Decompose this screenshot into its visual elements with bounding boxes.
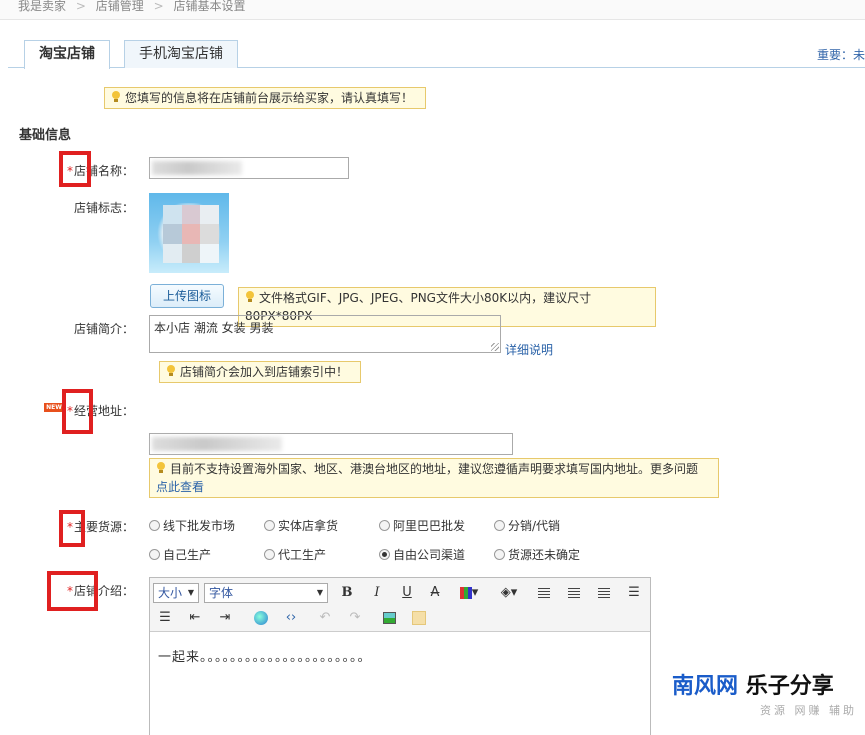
radio-distribution[interactable]: 分销/代销 [494,517,560,534]
top-notice: 您填写的信息将在店铺前台展示给买家，请认真填写！ [104,87,426,109]
source-code-icon[interactable]: ‹› [282,609,300,627]
view-more-link[interactable]: 点此查看 [156,480,204,494]
radio-label: 实体店拿货 [278,519,339,533]
radio-oem[interactable]: 代工生产 [264,546,326,563]
shop-intro-label: 店铺简介： [73,322,134,336]
chevron-down-icon: ▼ [316,588,323,597]
radio-undecided[interactable]: 货源还未确定 [494,546,580,563]
breadcrumb-separator: > [153,0,164,13]
lightbulb-icon [156,462,166,474]
radio-self-produced[interactable]: 自己生产 [149,546,211,563]
radio-label: 自己生产 [163,548,212,562]
address-notice: 目前不支持设置海外国家、地区、港澳台地区的地址，建议您遵循声明要求填写国内地址。… [149,458,719,498]
underline-icon[interactable]: U [398,584,416,602]
radio-circle[interactable] [379,520,390,531]
ordered-list-icon[interactable]: ☰ [156,609,174,627]
breadcrumb: 我是卖家 > 店铺管理 > 店铺基本设置 [0,0,865,20]
shop-intro-value: 本小店 潮流 女装 男装 [154,321,274,335]
chevron-down-icon: ▼ [187,588,194,597]
strikethrough-icon[interactable]: A [426,584,444,602]
watermark-subtitle: 资源 网赚 辅助 [760,704,857,717]
shop-logo-image [149,193,229,273]
editor-content[interactable]: 一起来。。。。。。。。。。。。。。。。。。。。。。 [158,646,372,665]
link-icon[interactable] [252,609,270,627]
radio-circle[interactable] [149,520,160,531]
color-grid-icon[interactable]: ▾ [456,584,482,602]
watermark-black-text: 乐子分享 [745,674,834,699]
breadcrumb-item-seller[interactable]: 我是卖家 [18,0,66,13]
shop-intro-textarea[interactable]: 本小店 潮流 女装 男装 [149,315,501,353]
radio-alibaba-wholesale[interactable]: 阿里巴巴批发 [379,517,465,534]
highlight-marker [59,510,85,547]
radio-circle[interactable] [494,549,505,560]
shop-logo-label: 店铺标志： [73,201,134,215]
radio-label: 阿里巴巴批发 [393,519,466,533]
upload-logo-button[interactable]: 上传图标 [150,284,224,308]
editor-toolbar: 大小 ▼ 字体 ▼ B I U A ▾ ◈▾ ☰ ☰ ⇤ ⇥ ‹› ↶ ↷ [150,578,650,632]
breadcrumb-separator: > [75,0,86,13]
radio-label: 自由公司渠道 [393,548,466,562]
redacted-text [152,161,242,175]
font-family-select[interactable]: 字体 ▼ [204,583,328,603]
align-left-icon[interactable] [535,584,553,602]
indent-icon[interactable]: ⇥ [216,609,234,627]
radio-circle[interactable] [264,520,275,531]
watermark-logo: 南风网 乐子分享 资源 网赚 辅助 [672,668,865,723]
address-input[interactable] [149,433,513,455]
unordered-list-icon[interactable]: ☰ [625,584,643,602]
lightbulb-icon [111,91,121,103]
bold-icon[interactable]: B [338,584,356,602]
highlight-marker [62,389,93,434]
undo-icon[interactable]: ↶ [316,609,334,627]
align-right-icon[interactable] [595,584,613,602]
font-family-select-value: 字体 [209,586,234,600]
highlight-marker [47,571,98,611]
highlight-marker [59,151,91,187]
lightbulb-icon [166,365,176,377]
watermark-title: 南风网 乐子分享 [672,668,865,700]
align-center-icon[interactable] [565,584,583,602]
tab-bar: 淘宝店铺 手机淘宝店铺 重要：未 [8,40,865,69]
radio-circle[interactable] [149,549,160,560]
tab-mobile-taobao-shop[interactable]: 手机淘宝店铺 [124,40,238,68]
redo-icon[interactable]: ↷ [346,609,364,627]
radio-circle-selected[interactable] [379,549,390,560]
radio-label: 货源还未确定 [508,548,581,562]
intro-index-notice-text: 店铺简介会加入到店铺索引中！ [180,365,349,379]
breadcrumb-item-basic-settings: 店铺基本设置 [173,0,246,13]
watermark-blue-text: 南风网 [672,674,739,699]
detail-help-link[interactable]: 详细说明 [505,341,553,358]
italic-icon[interactable]: I [368,584,386,602]
radio-circle[interactable] [494,520,505,531]
outdent-icon[interactable]: ⇤ [186,609,204,627]
breadcrumb-item-shop-manage[interactable]: 店铺管理 [96,0,144,13]
address-notice-text: 目前不支持设置海外国家、地区、港澳台地区的地址，建议您遵循声明要求填写国内地址。… [170,462,699,476]
shop-name-input[interactable] [149,157,349,179]
radio-store-pickup[interactable]: 实体店拿货 [264,517,338,534]
logo-mosaic [163,205,219,263]
radio-label: 代工生产 [278,548,327,562]
section-title: 基础信息 [19,128,72,143]
intro-index-notice: 店铺简介会加入到店铺索引中！ [159,361,361,383]
image-icon[interactable] [380,609,398,627]
top-notice-text: 您填写的信息将在店铺前台展示给买家，请认真填写！ [125,91,414,105]
font-size-select-value: 大小 [158,586,183,600]
radio-circle[interactable] [264,549,275,560]
radio-offline-wholesale[interactable]: 线下批发市场 [149,517,235,534]
radio-company-channel[interactable]: 自由公司渠道 [379,546,465,563]
important-notice-link[interactable]: 重要：未 [817,46,865,63]
radio-label: 线下批发市场 [163,519,236,533]
radio-label: 分销/代销 [508,519,561,533]
lightbulb-icon [245,291,255,303]
font-size-select[interactable]: 大小 ▼ [153,583,199,603]
fill-color-icon[interactable]: ◈▾ [496,584,522,602]
edit-icon[interactable] [410,609,428,627]
resize-handle-icon[interactable] [491,343,499,351]
redacted-text [152,437,282,451]
tab-taobao-shop[interactable]: 淘宝店铺 [24,40,110,69]
rich-text-editor[interactable]: 大小 ▼ 字体 ▼ B I U A ▾ ◈▾ ☰ ☰ ⇤ ⇥ ‹› ↶ ↷ 一起来。… [149,577,651,735]
